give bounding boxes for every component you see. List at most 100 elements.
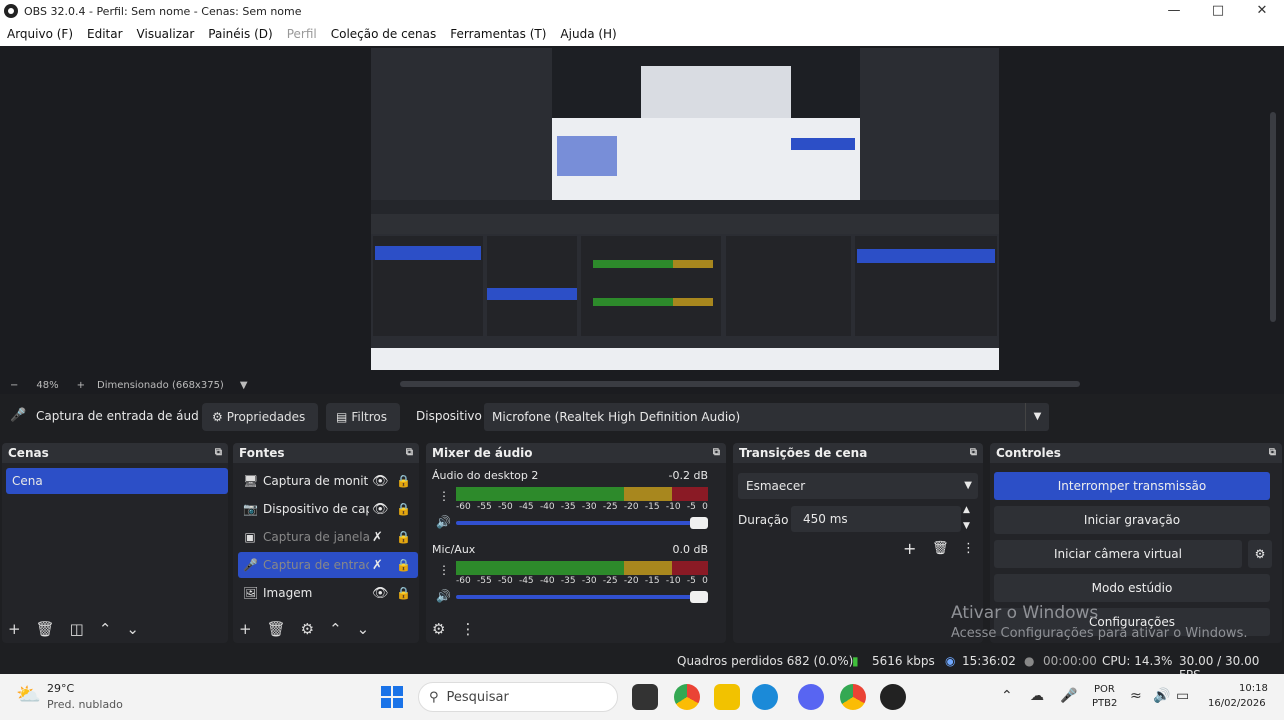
clock-time[interactable]: 10:18 — [1239, 683, 1268, 694]
taskbar-search[interactable]: ⚲ Pesquisar — [418, 682, 618, 712]
undock-icon[interactable]: ⧉ — [215, 447, 222, 458]
move-up-icon[interactable]: ⌃ — [329, 620, 342, 638]
duration-input[interactable]: 450 ms — [791, 506, 961, 532]
move-up-icon[interactable]: ⌃ — [99, 620, 112, 638]
chrome-icon[interactable] — [674, 684, 700, 710]
lock-icon[interactable]: 🔒 — [396, 474, 411, 488]
lock-icon[interactable]: 🔒 — [396, 530, 411, 544]
chevron-up-icon[interactable]: ⌃ — [1001, 688, 1013, 704]
preview-canvas[interactable] — [371, 48, 999, 370]
more-options-icon[interactable]: ⋮ — [438, 489, 450, 503]
speaker-icon[interactable]: 🔊 — [436, 515, 451, 529]
source-row[interactable]: 🖥 Captura de monit 👁 🔒 — [238, 468, 418, 494]
studio-mode-button[interactable]: Modo estúdio — [994, 574, 1270, 602]
clock-date[interactable]: 16/02/2026 — [1208, 698, 1266, 709]
edge-icon[interactable] — [752, 684, 778, 710]
move-down-icon[interactable]: ⌄ — [357, 620, 370, 638]
move-down-icon[interactable]: ⌄ — [126, 620, 139, 638]
eye-hidden-icon[interactable]: ✗ — [372, 558, 383, 573]
lock-icon[interactable]: 🔒 — [396, 502, 411, 516]
menu-editar[interactable]: Editar — [80, 27, 130, 41]
eye-icon[interactable]: 👁 — [372, 502, 389, 517]
minimize-button[interactable]: — — [1152, 0, 1196, 22]
zoom-in-button[interactable]: + — [77, 380, 85, 391]
menu-colecao-cenas[interactable]: Coleção de cenas — [324, 27, 444, 41]
chrome-profile-icon[interactable] — [840, 684, 866, 710]
lock-icon[interactable]: 🔒 — [396, 558, 411, 572]
start-virtual-camera-button[interactable]: Iniciar câmera virtual — [994, 540, 1242, 568]
trash-icon[interactable]: 🗑 — [932, 541, 949, 556]
menu-paineis[interactable]: Painéis (D) — [201, 27, 279, 41]
filters-button[interactable]: ▤ Filtros — [326, 403, 400, 431]
volume-slider[interactable] — [456, 591, 708, 603]
windows-start-icon[interactable] — [381, 686, 403, 708]
properties-button[interactable]: ⚙ Propriedades — [202, 403, 318, 431]
menu-perfil[interactable]: Perfil — [280, 27, 324, 41]
menu-ajuda[interactable]: Ajuda (H) — [553, 27, 623, 41]
scene-filters-icon[interactable]: ◫ — [70, 620, 84, 638]
eye-icon[interactable]: 👁 — [372, 474, 389, 489]
source-row[interactable]: ▣ Captura de janela ✗ 🔒 — [238, 524, 418, 550]
menu-arquivo[interactable]: Arquivo (F) — [0, 27, 80, 41]
meter-tick: -60 — [456, 502, 471, 512]
gear-icon[interactable]: ⚙ — [301, 620, 314, 638]
virtual-camera-settings-button[interactable]: ⚙ — [1248, 540, 1272, 568]
scenes-title: Cenas — [8, 446, 49, 460]
lock-icon[interactable]: 🔒 — [396, 586, 411, 600]
language-code[interactable]: POR — [1094, 684, 1115, 695]
zoom-out-button[interactable]: − — [10, 380, 18, 391]
add-scene-button[interactable]: + — [8, 620, 21, 638]
transition-select[interactable]: Esmaecer ▼ — [738, 473, 978, 499]
device-select[interactable]: Microfone (Realtek High Definition Audio… — [484, 403, 1049, 431]
source-row[interactable]: 📷 Dispositivo de cap 👁 🔒 — [238, 496, 418, 522]
add-source-button[interactable]: + — [239, 620, 252, 638]
undock-icon[interactable]: ⧉ — [1269, 447, 1276, 458]
more-options-icon[interactable]: ⋮ — [438, 563, 450, 577]
preview-horizontal-scrollbar[interactable] — [400, 381, 1080, 387]
undock-icon[interactable]: ⧉ — [406, 447, 413, 458]
preview-vertical-scrollbar[interactable] — [1270, 112, 1276, 322]
eye-hidden-icon[interactable]: ✗ — [372, 530, 383, 545]
stepper-up-icon[interactable]: ▲ — [963, 505, 970, 515]
battery-icon[interactable]: ▭ — [1176, 688, 1189, 704]
trash-icon[interactable]: 🗑 — [36, 620, 55, 638]
more-options-icon[interactable]: ⋮ — [460, 620, 475, 638]
slider-knob[interactable] — [690, 591, 708, 603]
more-options-icon[interactable]: ⋮ — [962, 541, 975, 556]
volume-icon[interactable]: 🔊 — [1153, 688, 1170, 704]
menu-ferramentas[interactable]: Ferramentas (T) — [443, 27, 553, 41]
undock-icon[interactable]: ⧉ — [713, 447, 720, 458]
trash-icon[interactable]: 🗑 — [267, 620, 286, 638]
meter-tick: -40 — [539, 576, 555, 586]
keyboard-layout[interactable]: PTB2 — [1092, 698, 1117, 709]
discord-icon[interactable] — [798, 684, 824, 710]
stop-streaming-button[interactable]: Interromper transmissão — [994, 472, 1270, 500]
wifi-icon[interactable]: ≈ — [1130, 688, 1142, 704]
start-recording-button[interactable]: Iniciar gravação — [994, 506, 1270, 534]
source-row[interactable]: 🎤 Captura de entrac ✗ 🔒 — [238, 552, 418, 578]
chevron-down-icon: ▼ — [1025, 403, 1049, 431]
meter-tick: -50 — [497, 576, 513, 586]
mixer-channel: Áudio do desktop 2 -0.2 dB ⋮ -60 -55 -50 -4… — [432, 469, 712, 539]
add-transition-button[interactable]: + — [903, 539, 916, 558]
menu-visualizar[interactable]: Visualizar — [130, 27, 202, 41]
close-button[interactable]: ✕ — [1240, 0, 1284, 22]
scaling-dropdown-icon[interactable]: ▼ — [240, 380, 248, 391]
task-view-icon[interactable] — [632, 684, 658, 710]
slider-knob[interactable] — [690, 517, 708, 529]
speaker-icon[interactable]: 🔊 — [436, 589, 451, 603]
scene-item[interactable]: Cena — [6, 468, 228, 494]
meter-tick: -5 — [686, 576, 696, 586]
source-row[interactable]: 🖼 Imagem 👁 🔒 — [238, 580, 418, 606]
cloud-icon[interactable]: ☁ — [1030, 688, 1044, 704]
file-explorer-icon[interactable] — [714, 684, 740, 710]
eye-icon[interactable]: 👁 — [372, 586, 389, 601]
advanced-audio-icon[interactable]: ⚙ — [432, 620, 445, 638]
obs-taskbar-icon[interactable] — [880, 684, 906, 710]
volume-slider[interactable] — [456, 517, 708, 529]
microphone-icon[interactable]: 🎤 — [1060, 688, 1077, 704]
stepper-down-icon[interactable]: ▼ — [963, 521, 970, 531]
volume-meter — [456, 487, 708, 501]
undock-icon[interactable]: ⧉ — [970, 447, 977, 458]
maximize-button[interactable]: □ — [1196, 0, 1240, 22]
